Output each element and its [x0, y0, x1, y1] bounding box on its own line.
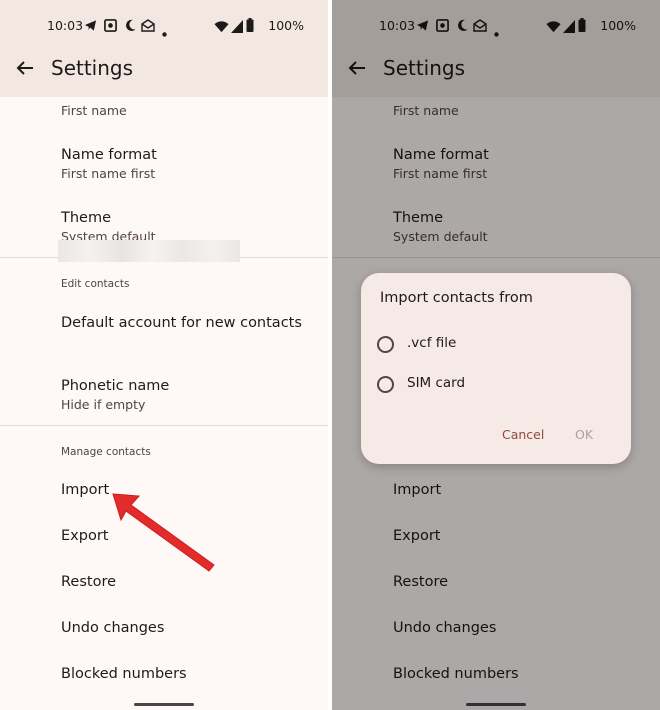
comparison-screenshot: 10:03 100% Settings First name Name form… — [0, 0, 660, 710]
ok-button[interactable]: OK — [575, 427, 593, 442]
import-contacts-dialog: Import contacts from .vcf file SIM card … — [361, 273, 631, 464]
gesture-handle[interactable] — [134, 703, 194, 706]
option-label: .vcf file — [407, 335, 457, 351]
radio-button-icon[interactable] — [377, 376, 394, 393]
option-label: SIM card — [407, 375, 466, 391]
vcf-file-option[interactable]: .vcf file — [377, 334, 607, 358]
red-arrow-annotation — [112, 493, 215, 572]
settings-screen-with-dialog: 10:03 100% Settings First name Name form… — [332, 0, 660, 710]
dialog-title: Import contacts from — [380, 290, 533, 306]
radio-button-icon[interactable] — [377, 336, 394, 353]
settings-screen: 10:03 100% Settings First name Name form… — [0, 0, 328, 710]
sim-card-option[interactable]: SIM card — [377, 374, 607, 398]
cancel-button[interactable]: Cancel — [502, 427, 544, 442]
